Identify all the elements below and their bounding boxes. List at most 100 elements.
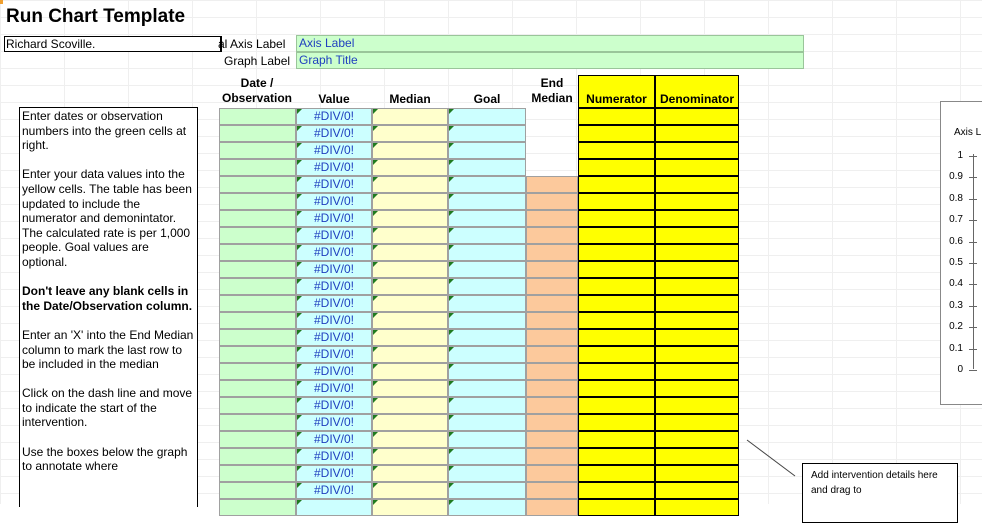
date-cell[interactable] (219, 448, 296, 465)
end-cell[interactable] (526, 193, 578, 210)
end-cell[interactable] (526, 176, 578, 193)
date-cell[interactable] (219, 210, 296, 227)
med-cell[interactable] (372, 329, 448, 346)
val-cell[interactable]: #DIV/0! (296, 431, 372, 448)
num-cell[interactable] (578, 159, 655, 176)
goal-cell[interactable] (448, 210, 526, 227)
goal-cell[interactable] (448, 125, 526, 142)
goal-cell[interactable] (448, 499, 526, 516)
med-cell[interactable] (372, 380, 448, 397)
med-cell[interactable] (372, 278, 448, 295)
date-cell[interactable] (219, 499, 296, 516)
goal-cell[interactable] (448, 244, 526, 261)
med-cell[interactable] (372, 482, 448, 499)
den-cell[interactable] (655, 227, 739, 244)
med-cell[interactable] (372, 346, 448, 363)
goal-cell[interactable] (448, 227, 526, 244)
intervention-note-box[interactable]: Add intervention details here and drag t… (802, 463, 958, 523)
axis-label-input[interactable]: Axis Label (296, 35, 804, 52)
med-cell[interactable] (372, 312, 448, 329)
den-cell[interactable] (655, 278, 739, 295)
goal-cell[interactable] (448, 363, 526, 380)
date-cell[interactable] (219, 176, 296, 193)
den-cell[interactable] (655, 482, 739, 499)
val-cell[interactable]: #DIV/0! (296, 448, 372, 465)
med-cell[interactable] (372, 125, 448, 142)
date-cell[interactable] (219, 465, 296, 482)
den-cell[interactable] (655, 363, 739, 380)
med-cell[interactable] (372, 448, 448, 465)
den-cell[interactable] (655, 176, 739, 193)
val-cell[interactable] (296, 499, 372, 516)
den-cell[interactable] (655, 210, 739, 227)
goal-cell[interactable] (448, 193, 526, 210)
den-cell[interactable] (655, 244, 739, 261)
num-cell[interactable] (578, 312, 655, 329)
den-cell[interactable] (655, 142, 739, 159)
num-cell[interactable] (578, 176, 655, 193)
val-cell[interactable]: #DIV/0! (296, 312, 372, 329)
med-cell[interactable] (372, 397, 448, 414)
val-cell[interactable]: #DIV/0! (296, 244, 372, 261)
goal-cell[interactable] (448, 397, 526, 414)
date-cell[interactable] (219, 363, 296, 380)
end-cell[interactable] (526, 482, 578, 499)
num-cell[interactable] (578, 414, 655, 431)
author-cell[interactable]: Richard Scoville. (4, 36, 222, 52)
med-cell[interactable] (372, 261, 448, 278)
graph-title-input[interactable]: Graph Title (296, 52, 804, 69)
end-cell[interactable] (526, 465, 578, 482)
num-cell[interactable] (578, 244, 655, 261)
date-cell[interactable] (219, 193, 296, 210)
val-cell[interactable]: #DIV/0! (296, 465, 372, 482)
date-cell[interactable] (219, 227, 296, 244)
date-cell[interactable] (219, 329, 296, 346)
den-cell[interactable] (655, 193, 739, 210)
goal-cell[interactable] (448, 108, 526, 125)
val-cell[interactable]: #DIV/0! (296, 125, 372, 142)
date-cell[interactable] (219, 295, 296, 312)
med-cell[interactable] (372, 193, 448, 210)
num-cell[interactable] (578, 482, 655, 499)
den-cell[interactable] (655, 312, 739, 329)
num-cell[interactable] (578, 278, 655, 295)
goal-cell[interactable] (448, 465, 526, 482)
goal-cell[interactable] (448, 176, 526, 193)
val-cell[interactable]: #DIV/0! (296, 176, 372, 193)
val-cell[interactable]: #DIV/0! (296, 397, 372, 414)
end-cell[interactable] (526, 499, 578, 516)
goal-cell[interactable] (448, 295, 526, 312)
date-cell[interactable] (219, 278, 296, 295)
num-cell[interactable] (578, 431, 655, 448)
val-cell[interactable]: #DIV/0! (296, 227, 372, 244)
den-cell[interactable] (655, 159, 739, 176)
end-cell[interactable] (526, 244, 578, 261)
num-cell[interactable] (578, 125, 655, 142)
date-cell[interactable] (219, 125, 296, 142)
val-cell[interactable]: #DIV/0! (296, 159, 372, 176)
val-cell[interactable]: #DIV/0! (296, 278, 372, 295)
num-cell[interactable] (578, 499, 655, 516)
num-cell[interactable] (578, 380, 655, 397)
num-cell[interactable] (578, 465, 655, 482)
end-cell[interactable] (526, 278, 578, 295)
med-cell[interactable] (372, 108, 448, 125)
goal-cell[interactable] (448, 431, 526, 448)
num-cell[interactable] (578, 261, 655, 278)
goal-cell[interactable] (448, 329, 526, 346)
den-cell[interactable] (655, 397, 739, 414)
val-cell[interactable]: #DIV/0! (296, 210, 372, 227)
num-cell[interactable] (578, 346, 655, 363)
val-cell[interactable]: #DIV/0! (296, 414, 372, 431)
end-cell[interactable] (526, 329, 578, 346)
val-cell[interactable]: #DIV/0! (296, 380, 372, 397)
den-cell[interactable] (655, 295, 739, 312)
val-cell[interactable]: #DIV/0! (296, 363, 372, 380)
goal-cell[interactable] (448, 142, 526, 159)
num-cell[interactable] (578, 210, 655, 227)
val-cell[interactable]: #DIV/0! (296, 108, 372, 125)
date-cell[interactable] (219, 108, 296, 125)
date-cell[interactable] (219, 482, 296, 499)
run-chart-frame[interactable]: Axis L 1 0.9 0.8 0.7 0.6 0.5 0.4 0.3 0.2 0.1 0 (940, 101, 982, 405)
end-cell[interactable] (526, 261, 578, 278)
